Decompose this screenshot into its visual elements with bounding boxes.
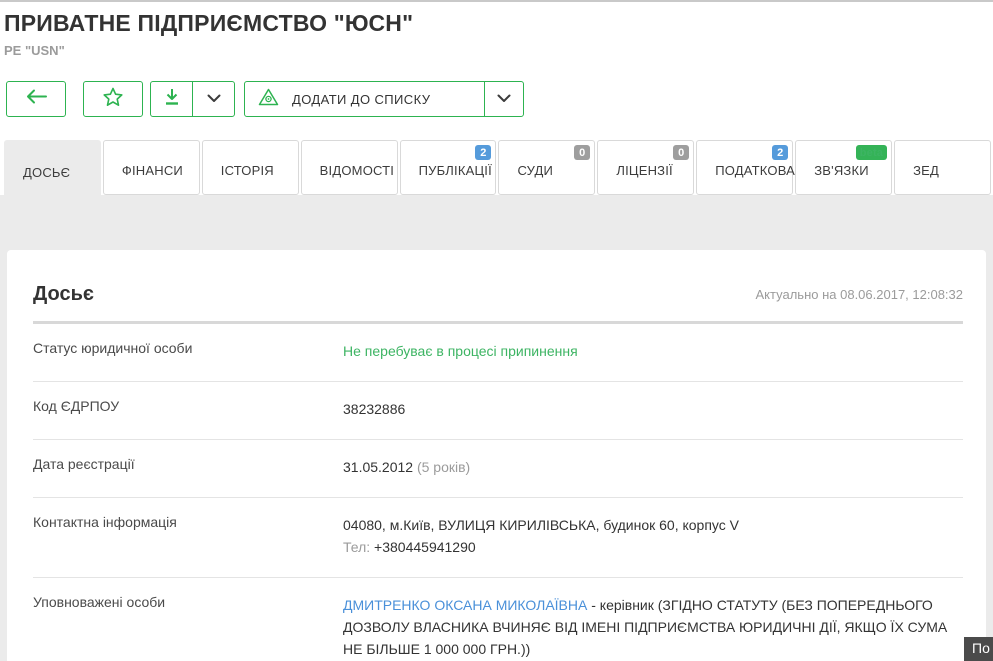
action-toolbar: ДОДАТИ ДО СПИСКУ bbox=[6, 81, 993, 117]
tab-publications[interactable]: ПУБЛІКАЦІЇ 2 bbox=[400, 140, 497, 195]
download-icon bbox=[163, 88, 181, 111]
registration-age: (5 років) bbox=[413, 459, 470, 475]
section-title: Досьє bbox=[33, 283, 94, 306]
tab-label: ЛІЦЕНЗІЇ bbox=[616, 163, 673, 178]
download-options-button[interactable] bbox=[193, 82, 234, 116]
phone-line: Тел: +380445941290 bbox=[343, 536, 739, 558]
chevron-down-icon bbox=[207, 90, 221, 108]
tab-details[interactable]: ВІДОМОСТІ bbox=[301, 140, 398, 195]
star-icon bbox=[103, 87, 123, 112]
add-to-list-button[interactable]: ДОДАТИ ДО СПИСКУ bbox=[244, 81, 524, 117]
row-label: Уповноважені особи bbox=[33, 594, 343, 660]
row-label: Дата реєстрації bbox=[33, 456, 343, 478]
back-arrow-icon bbox=[26, 89, 47, 109]
row-authorized-persons: Уповноважені особи ДМИТРЕНКО ОКСАНА МИКО… bbox=[33, 578, 963, 661]
download-button[interactable] bbox=[151, 82, 192, 116]
page-title: ПРИВАТНЕ ПІДПРИЄМСТВО "ЮСН" bbox=[4, 10, 993, 37]
row-label: Статус юридичної особи bbox=[33, 340, 343, 362]
contact-info-value: 04080, м.Київ, ВУЛИЦЯ КИРИЛІВСЬКА, будин… bbox=[343, 514, 739, 558]
add-to-list-label: ДОДАТИ ДО СПИСКУ bbox=[292, 92, 430, 107]
legal-status-value: Не перебуває в процесі припинення bbox=[343, 340, 578, 362]
tab-bar: ДОСЬЄ ФІНАНСИ ІСТОРІЯ ВІДОМОСТІ ПУБЛІКАЦ… bbox=[4, 140, 993, 198]
tab-count-badge: 2 bbox=[772, 145, 788, 160]
favorite-button[interactable] bbox=[83, 81, 143, 117]
tab-finances[interactable]: ФІНАНСИ bbox=[103, 140, 200, 195]
tab-label: ЗЕД bbox=[913, 163, 939, 178]
page-subtitle: PE "USN" bbox=[4, 43, 993, 58]
tab-zed[interactable]: ЗЕД bbox=[894, 140, 991, 195]
authorized-persons-value: ДМИТРЕНКО ОКСАНА МИКОЛАЇВНА - керівник (… bbox=[343, 594, 963, 660]
company-header: ПРИВАТНЕ ПІДПРИЄМСТВО "ЮСН" PE "USN" bbox=[0, 2, 993, 198]
tab-label: ДОСЬЄ bbox=[23, 165, 70, 180]
tab-history[interactable]: ІСТОРІЯ bbox=[202, 140, 299, 195]
tab-label: ПОДАТКОВА bbox=[715, 163, 795, 178]
eye-in-triangle-icon bbox=[258, 88, 279, 111]
tab-count-badge: 2 bbox=[475, 145, 491, 160]
tab-licenses[interactable]: ЛІЦЕНЗІЇ 0 bbox=[597, 140, 694, 195]
tab-count-badge: 0 bbox=[574, 145, 590, 160]
row-label: Контактна інформація bbox=[33, 514, 343, 558]
tab-relations[interactable]: ЗВ'ЯЗКИ beta bbox=[795, 140, 892, 195]
phone-label: Тел: bbox=[343, 539, 374, 555]
row-label: Код ЄДРПОУ bbox=[33, 398, 343, 420]
add-to-list-options-button[interactable] bbox=[485, 82, 523, 116]
registration-date: 31.05.2012 bbox=[343, 459, 413, 475]
tab-label: ВІДОМОСТІ bbox=[320, 163, 394, 178]
address-line: 04080, м.Київ, ВУЛИЦЯ КИРИЛІВСЬКА, будин… bbox=[343, 514, 739, 536]
tab-label: ЗВ'ЯЗКИ bbox=[814, 163, 869, 178]
content-background: Досьє Актуально на 08.06.2017, 12:08:32 … bbox=[0, 195, 993, 661]
tab-label: ПУБЛІКАЦІЇ bbox=[419, 163, 492, 178]
tab-count-badge: 0 bbox=[673, 145, 689, 160]
updated-timestamp: Актуально на 08.06.2017, 12:08:32 bbox=[756, 287, 963, 302]
person-link[interactable]: ДМИТРЕНКО ОКСАНА МИКОЛАЇВНА bbox=[343, 597, 587, 613]
chevron-down-icon bbox=[497, 90, 511, 108]
add-to-list-main[interactable]: ДОДАТИ ДО СПИСКУ bbox=[245, 82, 484, 116]
tab-courts[interactable]: СУДИ 0 bbox=[498, 140, 595, 195]
tab-tax[interactable]: ПОДАТКОВА 2 bbox=[696, 140, 793, 195]
tab-beta-badge: beta bbox=[856, 145, 887, 160]
tab-label: СУДИ bbox=[517, 163, 553, 178]
tooltip-fragment: По bbox=[964, 637, 993, 661]
row-edrpou-code: Код ЄДРПОУ 38232886 bbox=[33, 382, 963, 440]
row-contact-info: Контактна інформація 04080, м.Київ, ВУЛИ… bbox=[33, 498, 963, 578]
edrpou-value: 38232886 bbox=[343, 398, 405, 420]
tab-dossier[interactable]: ДОСЬЄ bbox=[4, 140, 101, 198]
registration-date-value: 31.05.2012 (5 років) bbox=[343, 456, 470, 478]
dossier-card: Досьє Актуально на 08.06.2017, 12:08:32 … bbox=[7, 250, 986, 661]
tab-label: ІСТОРІЯ bbox=[221, 163, 274, 178]
phone-number: +380445941290 bbox=[374, 539, 476, 555]
row-legal-status: Статус юридичної особи Не перебуває в пр… bbox=[33, 324, 963, 382]
tab-label: ФІНАНСИ bbox=[122, 163, 183, 178]
download-split-button bbox=[150, 81, 235, 117]
row-registration-date: Дата реєстрації 31.05.2012 (5 років) bbox=[33, 440, 963, 498]
back-button[interactable] bbox=[6, 81, 66, 117]
